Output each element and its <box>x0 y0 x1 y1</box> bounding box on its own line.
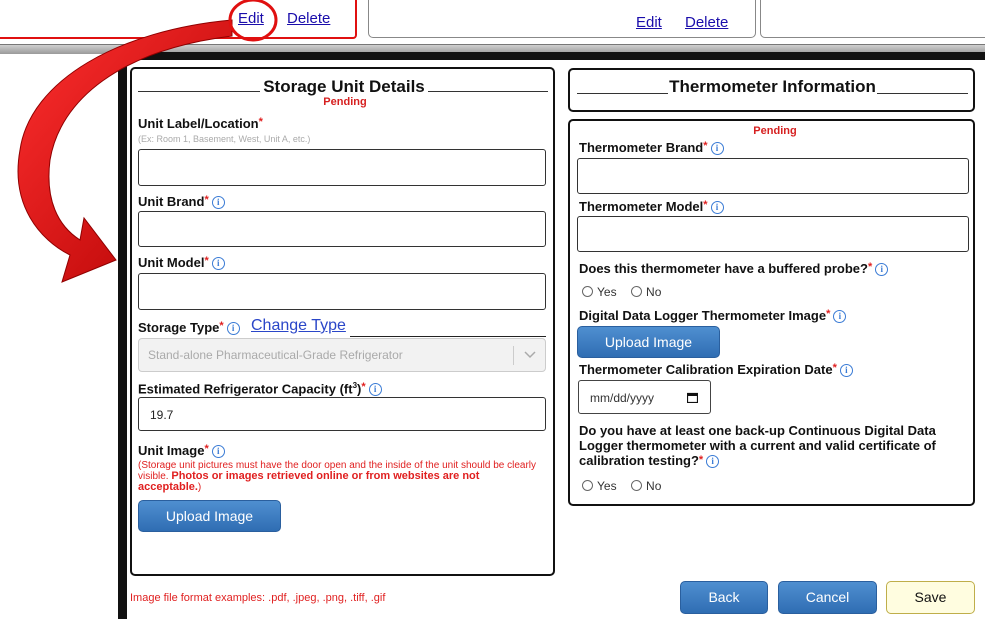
annotation-arrow-icon <box>17 0 278 283</box>
